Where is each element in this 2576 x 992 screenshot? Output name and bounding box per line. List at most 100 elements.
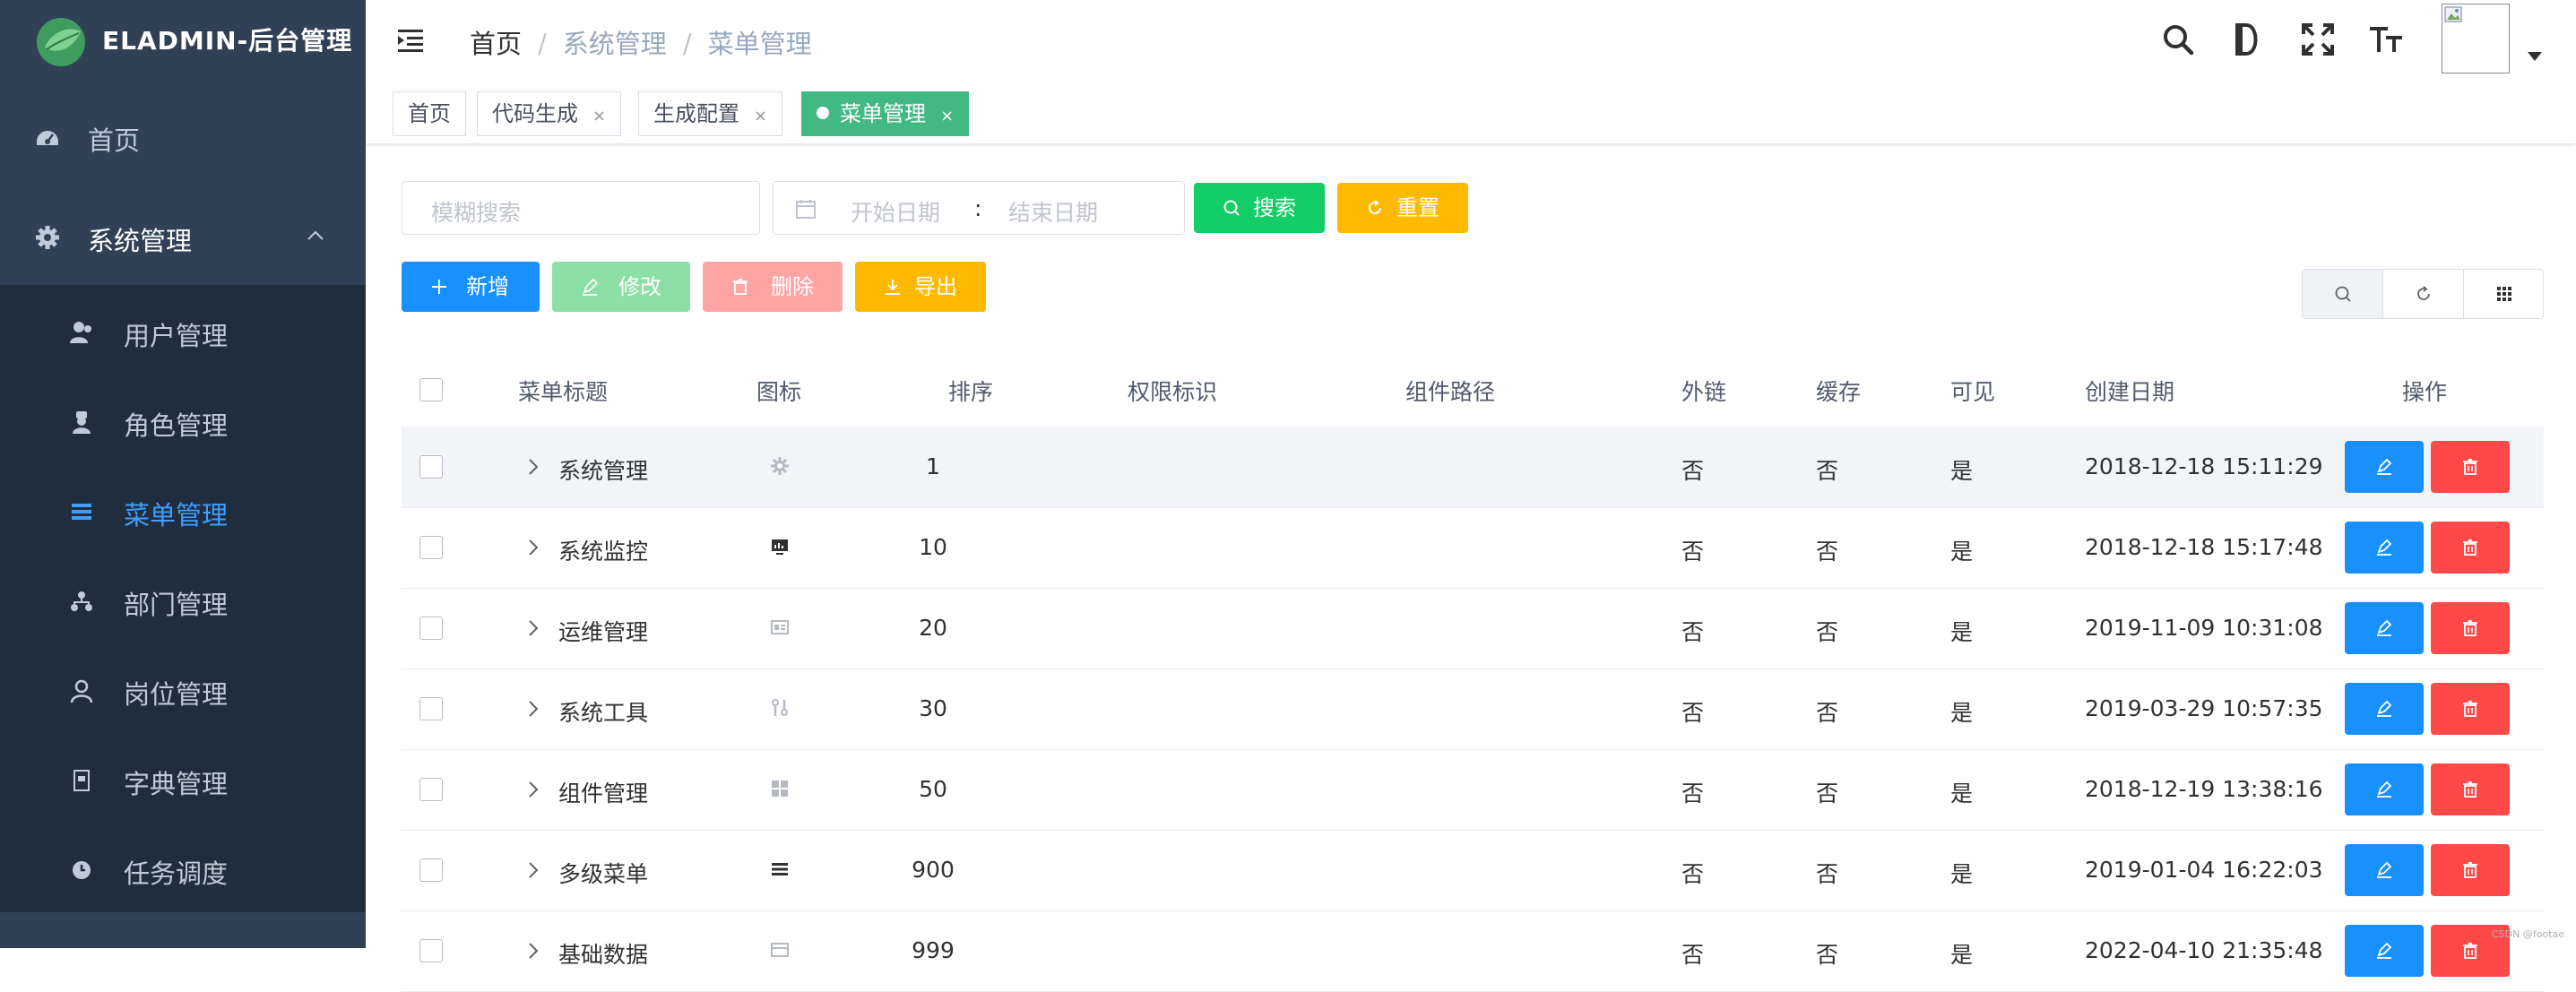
- edit-button[interactable]: 修改: [552, 262, 690, 312]
- date-range-picker[interactable]: 开始日期 : 结束日期: [773, 181, 1185, 235]
- row-delete-button[interactable]: [2431, 763, 2510, 815]
- column-header: 权限标识: [1128, 379, 1218, 405]
- row-delete-button[interactable]: [2431, 844, 2510, 896]
- breadcrumb-item-system: 系统管理: [562, 29, 667, 59]
- search-button[interactable]: 搜索: [1194, 183, 1325, 233]
- role-icon: [73, 411, 91, 434]
- active-dot-icon: [817, 107, 829, 119]
- fullscreen-icon[interactable]: [2298, 20, 2338, 59]
- table-row[interactable]: 基础数据 999 否否是 2022-04-10 21:35:48: [402, 910, 2544, 992]
- edit-icon: [583, 278, 599, 296]
- menu-icon: [72, 504, 91, 520]
- sidebar-item-label: 菜单管理: [124, 500, 229, 531]
- breadcrumb-item-home[interactable]: 首页: [470, 29, 522, 59]
- sort-cell: 10: [919, 534, 947, 560]
- row-edit-button[interactable]: [2345, 522, 2424, 574]
- row-delete-button[interactable]: [2431, 602, 2510, 654]
- row-delete-button[interactable]: [2431, 683, 2510, 735]
- row-edit-button[interactable]: [2345, 763, 2424, 815]
- search-icon: [2335, 286, 2351, 302]
- add-button[interactable]: 新增: [402, 262, 540, 312]
- reset-button[interactable]: 重置: [1337, 183, 1468, 233]
- row-edit-button[interactable]: [2345, 683, 2424, 735]
- sidebar-item-label: 任务调度: [124, 858, 229, 889]
- row-delete-button[interactable]: [2431, 441, 2510, 493]
- table-tools: [2302, 269, 2544, 319]
- trash-icon: [2463, 701, 2477, 717]
- trash-icon: [733, 279, 748, 295]
- table-row[interactable]: 系统监控 10 否否是 2018-12-18 15:17:48: [402, 507, 2544, 589]
- tags-view: 首页 代码生成 × 生成配置 × 菜单管理 ×: [366, 86, 2576, 143]
- row-edit-button[interactable]: [2345, 441, 2424, 493]
- sidebar-item-roles[interactable]: 角色管理: [0, 376, 366, 466]
- logo-bar[interactable]: ELADMIN-后台管理: [0, 0, 366, 75]
- user-icon: [70, 322, 91, 343]
- sidebar-item-label: 岗位管理: [124, 679, 229, 710]
- sort-cell: 20: [919, 615, 947, 641]
- cache-cell: 否: [1816, 700, 1839, 726]
- visible-cell: 是: [1950, 458, 1974, 484]
- doc-icon[interactable]: [2228, 20, 2268, 59]
- cache-cell: 否: [1816, 942, 1839, 968]
- search-input[interactable]: 模糊搜索: [402, 181, 760, 235]
- column-settings-button[interactable]: [2464, 270, 2545, 318]
- avatar[interactable]: [2442, 4, 2510, 73]
- table-row[interactable]: 多级菜单 900 否否是 2019-01-04 16:22:03: [402, 830, 2544, 911]
- export-button[interactable]: 导出: [855, 262, 986, 312]
- close-icon[interactable]: ×: [754, 107, 767, 125]
- column-header: 菜单标题: [518, 379, 609, 405]
- iframe-cell: 否: [1681, 458, 1705, 484]
- edit-icon: [2377, 539, 2392, 556]
- row-edit-button[interactable]: [2345, 844, 2424, 896]
- edit-icon: [2377, 458, 2392, 475]
- sidebar-item-home[interactable]: 首页: [0, 91, 366, 181]
- row-delete-button[interactable]: [2431, 522, 2510, 574]
- sort-cell: 30: [919, 695, 947, 721]
- sidebar-item-depts[interactable]: 部门管理: [0, 556, 366, 645]
- table-row[interactable]: 组件管理 50 否否是 2018-12-19 13:38:16: [402, 749, 2544, 831]
- close-icon[interactable]: ×: [940, 107, 954, 125]
- column-header: 组件路径: [1405, 379, 1496, 405]
- refresh-button[interactable]: [2383, 270, 2464, 318]
- column-header: 缓存: [1816, 379, 1862, 405]
- table-row[interactable]: 运维管理 20 否否是 2019-11-09 10:31:08: [402, 588, 2544, 669]
- iframe-cell: 否: [1681, 700, 1705, 726]
- row-edit-button[interactable]: [2345, 602, 2424, 654]
- cache-cell: 否: [1816, 539, 1839, 565]
- tag-gen-config[interactable]: 生成配置 ×: [638, 91, 783, 136]
- cache-cell: 否: [1816, 781, 1839, 807]
- trash-icon: [2463, 862, 2477, 878]
- sidebar-item-users[interactable]: 用户管理: [0, 287, 366, 376]
- sidebar-item-menus[interactable]: 菜单管理: [0, 466, 366, 556]
- caret-down-icon[interactable]: [2528, 52, 2542, 61]
- visible-cell: 是: [1950, 700, 1974, 726]
- chevron-up-icon: [307, 230, 324, 240]
- tag-menus[interactable]: 菜单管理 ×: [801, 91, 970, 136]
- add-button-label: 新增: [466, 274, 509, 299]
- date-start-input[interactable]: 开始日期: [851, 195, 940, 228]
- font-size-icon[interactable]: [2366, 20, 2406, 59]
- sidebar-item-dicts[interactable]: 字典管理: [0, 735, 366, 824]
- tag-home[interactable]: 首页: [393, 91, 466, 136]
- table-row[interactable]: 系统工具 30 否否是 2019-03-29 10:57:35: [402, 669, 2544, 750]
- toggle-search-button[interactable]: [2303, 270, 2383, 318]
- row-edit-button[interactable]: [2345, 925, 2424, 977]
- tag-codegen[interactable]: 代码生成 ×: [477, 91, 622, 136]
- visible-cell: 是: [1950, 619, 1974, 645]
- created-date-cell: 2018-12-18 15:11:29: [2085, 453, 2323, 479]
- calendar-icon: [796, 200, 816, 219]
- sidebar-item-timing[interactable]: 任务调度: [0, 824, 366, 914]
- date-separator: :: [974, 195, 982, 221]
- sidebar-item-system[interactable]: 系统管理: [0, 192, 366, 281]
- sidebar-item-posts[interactable]: 岗位管理: [0, 645, 366, 735]
- delete-button[interactable]: 删除: [703, 262, 843, 312]
- close-icon[interactable]: ×: [592, 107, 606, 125]
- dict-icon: [73, 770, 90, 791]
- select-all-checkbox[interactable]: [419, 378, 443, 401]
- sidebar-item-label: 字典管理: [124, 769, 229, 799]
- search-icon[interactable]: [2158, 20, 2198, 59]
- date-end-input[interactable]: 结束日期: [1008, 195, 1098, 228]
- table-row[interactable]: 系统管理 1 否否是 2018-12-18 15:11:29: [402, 427, 2544, 508]
- sidebar: ELADMIN-后台管理 首页 系统管理 用户管理 角色管理 菜单管理 部门管理…: [0, 0, 366, 948]
- hamburger-icon[interactable]: [396, 25, 427, 56]
